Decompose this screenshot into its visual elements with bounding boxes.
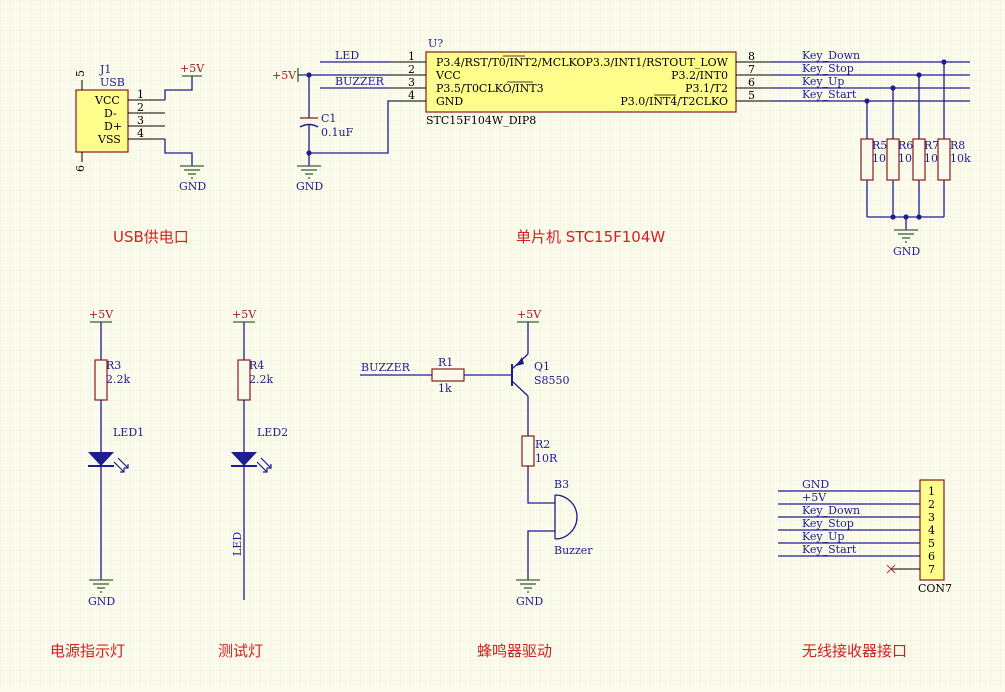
- u1-num-8: 8: [748, 50, 755, 63]
- con7-num-6: 6: [928, 550, 935, 563]
- r3-value: 2.2k: [106, 373, 130, 386]
- j1-num-3: 3: [137, 114, 144, 127]
- b3-ref: B3: [554, 478, 569, 491]
- usb-gnd-label: GND: [179, 180, 206, 193]
- net-key-down-label: Key_Down: [802, 49, 860, 62]
- pullup-gnd-label: GND: [893, 245, 920, 258]
- con7-net-1: GND: [802, 478, 829, 491]
- con7-num-4: 4: [928, 524, 935, 537]
- q1-part: S8550: [534, 374, 570, 387]
- section-title-test-led: 测试灯: [218, 642, 263, 660]
- con7-net-2: +5V: [802, 491, 827, 504]
- j1-num-2: 2: [137, 101, 144, 114]
- led2-vcc-label: +5V: [232, 308, 257, 321]
- u1-pin-4-name: GND: [436, 95, 463, 108]
- j1-pin-dminus: D-: [104, 107, 117, 120]
- r8-ref: R8: [950, 139, 965, 152]
- section-title-receiver: 无线接收器接口: [802, 642, 907, 660]
- r8-value: 10k: [950, 152, 971, 165]
- j1-shell-pin-5: 5: [74, 70, 87, 77]
- u1-pin-3-name: P3.5/T0CLKO/INT3: [436, 82, 544, 95]
- q1-ref: Q1: [534, 360, 550, 373]
- net-key-up-label: Key_Up: [802, 75, 844, 88]
- section-title-mcu: 单片机 STC15F104W: [516, 228, 665, 246]
- c1-value: 0.1uF: [321, 126, 354, 139]
- u1-ref: U?: [428, 37, 443, 50]
- led1-vcc-label: +5V: [89, 308, 114, 321]
- u1-num-4: 4: [408, 89, 415, 102]
- section-title-power-led: 电源指示灯: [50, 642, 125, 660]
- con7-num-7: 7: [928, 563, 935, 576]
- con7-num-1: 1: [928, 485, 935, 498]
- con7-num-3: 3: [928, 511, 935, 524]
- con7-num-5: 5: [928, 537, 935, 550]
- net-buzzer-label: BUZZER: [335, 75, 385, 88]
- con7-net-3: Key_Down: [802, 504, 860, 517]
- led2-net-label: LED: [231, 532, 244, 556]
- r2-value: 10R: [535, 452, 558, 465]
- usb-vcc-label: +5V: [180, 62, 205, 75]
- buzzer-net-label: BUZZER: [361, 361, 411, 374]
- con7-num-2: 2: [928, 498, 935, 511]
- section-title-usb: USB供电口: [113, 228, 189, 246]
- r2-ref: R2: [535, 438, 550, 451]
- u1-pin-2-name: VCC: [435, 69, 461, 82]
- u1-pin-7-name: P3.2/INT0: [671, 69, 728, 82]
- j1-num-4: 4: [137, 127, 144, 140]
- j1-num-1: 1: [137, 88, 144, 101]
- j1-name: USB: [100, 76, 125, 89]
- con7-ref: CON7: [918, 582, 952, 595]
- con7-net-4: Key_Stop: [802, 517, 854, 530]
- j1-pin-vss: VSS: [97, 133, 121, 146]
- r3-ref: R3: [106, 359, 121, 372]
- u1-pin-6-name: P3.1/T2: [685, 82, 728, 95]
- led2-ref: LED2: [257, 426, 288, 439]
- b3-part: Buzzer: [554, 544, 593, 557]
- u1-num-1: 1: [408, 50, 415, 63]
- mcu-vcc-label: +5V: [272, 69, 297, 82]
- c1-ref: C1: [321, 112, 336, 125]
- r1-ref: R1: [438, 356, 453, 369]
- schematic-sheet: J1 USB 5 6 VCC D- D+ VSS 1 2 3 4 +5V GND: [0, 0, 1005, 687]
- u1-num-6: 6: [748, 76, 755, 89]
- con7-net-6: Key_Start: [802, 543, 857, 556]
- u1-num-3: 3: [408, 76, 415, 89]
- schematic-canvas: J1 USB 5 6 VCC D- D+ VSS 1 2 3 4 +5V GND: [0, 0, 1005, 687]
- u1-num-2: 2: [408, 63, 415, 76]
- led1-gnd-label: GND: [88, 595, 115, 608]
- u1-pin-8-name: P3.3/INT1/RSTOUT_LOW: [585, 56, 728, 69]
- r6-ref: R6: [898, 139, 913, 152]
- u1-num-5: 5: [748, 89, 755, 102]
- j1-ref: J1: [99, 63, 111, 76]
- r5-ref: R5: [872, 139, 887, 152]
- j1-shell-pin-6: 6: [74, 165, 87, 172]
- u1-num-7: 7: [748, 63, 755, 76]
- r1-value: 1k: [438, 382, 452, 395]
- buzzer-vcc-label: +5V: [517, 308, 542, 321]
- buzzer-gnd-label: GND: [516, 595, 543, 608]
- j1-pin-vcc: VCC: [94, 94, 120, 107]
- r7-ref: R7: [924, 139, 939, 152]
- j1-pin-dplus: D+: [104, 120, 122, 133]
- u1-part: STC15F104W_DIP8: [426, 114, 536, 127]
- net-key-stop-label: Key_Stop: [802, 62, 854, 75]
- net-key-start-label: Key_Start: [802, 88, 857, 101]
- r4-value: 2.2k: [249, 373, 273, 386]
- con7-net-5: Key_Up: [802, 530, 844, 543]
- mcu-gnd-label: GND: [296, 180, 323, 193]
- section-title-buzzer: 蜂鸣器驱动: [477, 642, 552, 660]
- u1-pin-5-name: P3.0/INT4/T2CLKO: [620, 95, 728, 108]
- led1-ref: LED1: [113, 426, 144, 439]
- r4-ref: R4: [249, 359, 264, 372]
- u1-pin-1-name: P3.4/RST/T0/INT2/MCLKO: [436, 56, 585, 69]
- net-led-label: LED: [335, 49, 359, 62]
